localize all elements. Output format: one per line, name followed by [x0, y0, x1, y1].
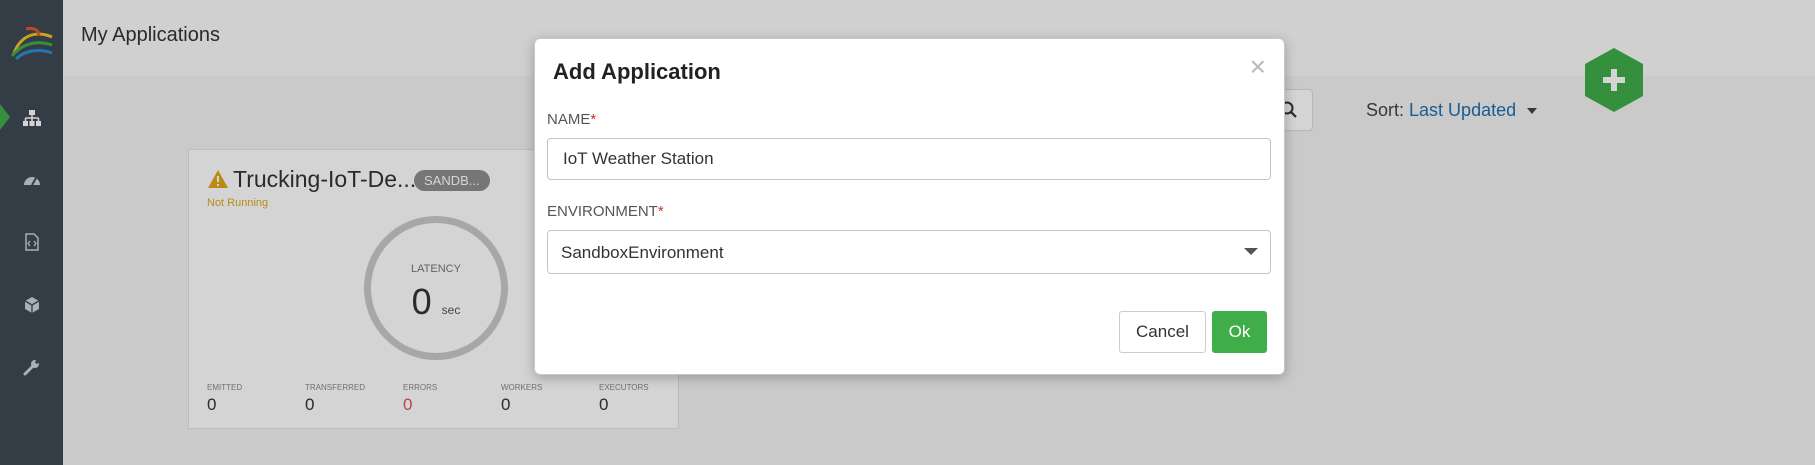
- application-name-input[interactable]: [547, 138, 1271, 180]
- cancel-button[interactable]: Cancel: [1119, 311, 1206, 353]
- name-label-text: NAME: [547, 111, 591, 128]
- required-asterisk: *: [590, 111, 597, 128]
- name-field-label: NAME*: [547, 111, 596, 128]
- environment-select[interactable]: SandboxEnvironment: [547, 230, 1271, 274]
- environment-selected-value: SandboxEnvironment: [561, 243, 724, 262]
- environment-field-label: ENVIRONMENT*: [547, 203, 664, 220]
- environment-label-text: ENVIRONMENT: [547, 203, 658, 220]
- add-application-dialog: Add Application × NAME* ENVIRONMENT* San…: [534, 38, 1285, 375]
- close-icon[interactable]: ×: [1250, 53, 1266, 81]
- dialog-title: Add Application: [553, 59, 721, 84]
- required-asterisk: *: [657, 203, 664, 220]
- chevron-down-icon: [1244, 248, 1258, 255]
- ok-button[interactable]: Ok: [1212, 311, 1267, 353]
